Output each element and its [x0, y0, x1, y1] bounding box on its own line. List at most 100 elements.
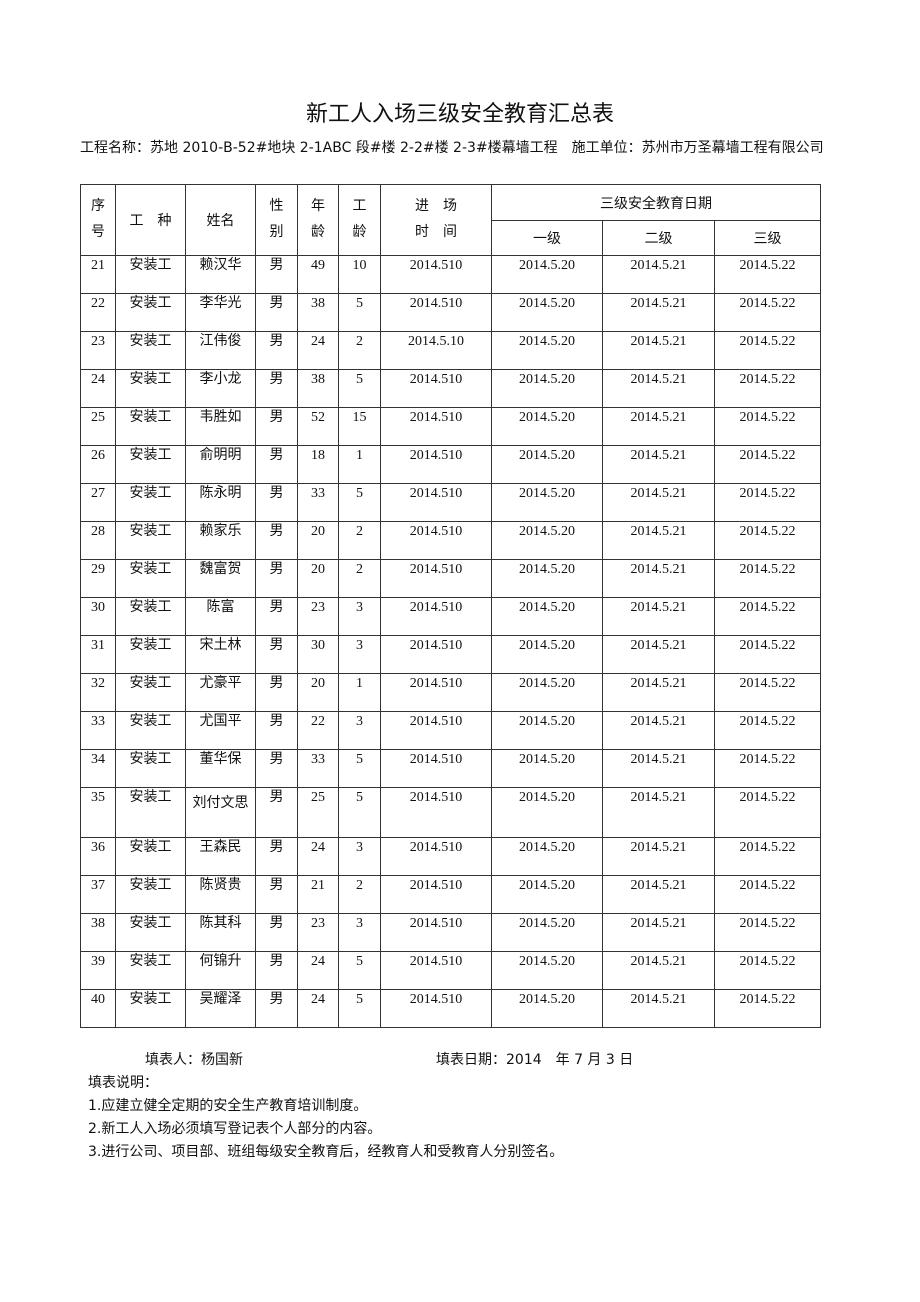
cell-level1-date: 2014.5.20: [491, 711, 603, 750]
cell-age: 24: [297, 951, 339, 990]
cell-trade: 安装工: [115, 989, 186, 1028]
cell-gender: 男: [255, 445, 298, 484]
header-seq-line1: 序: [91, 199, 105, 214]
cell-entry-time: 2014.510: [380, 597, 492, 636]
cell-level1-date: 2014.5.20: [491, 597, 603, 636]
cell-seniority: 3: [338, 837, 381, 876]
cell-seniority: 15: [338, 407, 381, 446]
table-row: 30 安装工 陈富男 23 3 2014.510 2014.5.20 2014.5.21 201…: [80, 597, 822, 636]
cell-level3-date: 2014.5.22: [713, 331, 822, 370]
cell-name: 宋土林: [185, 635, 256, 674]
cell-level3-date: 2014.5.22: [713, 875, 822, 914]
cell-gender: 男: [255, 483, 298, 522]
cell-gender: 男: [255, 521, 298, 560]
cell-level1-date: 2014.5.20: [491, 559, 603, 598]
safety-education-table: 序 号 工 种 姓名 性 别 年 龄 工 龄 进 场 时 间 三级安全教育日期: [80, 184, 822, 1028]
cell-gender: 男: [255, 635, 298, 674]
cell-level1-date: 2014.5.20: [491, 369, 603, 408]
document-title: 新工人入场三级安全教育汇总表: [305, 102, 614, 127]
cell-entry-time: 2014.510: [380, 635, 492, 674]
cell-gender: 男: [255, 749, 298, 788]
cell-level2-date: 2014.5.21: [602, 407, 715, 446]
note-item: 2.新工人入场必须填写登记表个人部分的内容。: [88, 1121, 382, 1137]
cell-level1-date: 2014.5.20: [491, 293, 603, 332]
cell-level2-date: 2014.5.21: [602, 749, 715, 788]
fill-date: 填表日期：2014 年 7 月 3 日: [436, 1052, 634, 1068]
cell-level3-date: 2014.5.22: [713, 255, 822, 294]
cell-entry-time: 2014.510: [380, 407, 492, 446]
cell-level2-date: 2014.5.21: [602, 559, 715, 598]
cell-trade: 安装工: [115, 331, 186, 370]
table-row: 27 安装工 陈永明男 33 5 2014.510 2014.5.20 2014.5.21 20…: [80, 483, 822, 522]
cell-name: 陈富: [185, 597, 256, 636]
cell-trade: 安装工: [115, 483, 186, 522]
cell-level3-date: 2014.5.22: [713, 711, 822, 750]
cell-level3-date: 2014.5.22: [713, 837, 822, 876]
header-level1: 一级: [491, 220, 603, 256]
cell-trade: 安装工: [115, 711, 186, 750]
cell-gender: 男: [255, 293, 298, 332]
table-row: 24 安装工 李小龙男 38 5 2014.510 2014.5.20 2014.5.21 20…: [80, 369, 822, 408]
cell-age: 23: [297, 913, 339, 952]
cell-name: 吴耀泽: [185, 989, 256, 1028]
cell-age: 18: [297, 445, 339, 484]
cell-gender: 男: [255, 951, 298, 990]
cell-gender: 男: [255, 913, 298, 952]
cell-seq: 40: [80, 989, 116, 1028]
table-row: 36 安装工 王森民男 24 3 2014.510 2014.5.20 2014.5.21 20…: [80, 837, 822, 876]
note-item: 1.应建立健全定期的安全生产教育培训制度。: [88, 1098, 368, 1114]
cell-level3-date: 2014.5.22: [713, 521, 822, 560]
cell-name: 赖汉华: [185, 255, 256, 294]
cell-seq: 30: [80, 597, 116, 636]
cell-seniority: 2: [338, 559, 381, 598]
table-row: 21 安装工 赖汉华男 49 10 2014.510 2014.5.20 2014.5.21 2…: [80, 255, 822, 294]
cell-seq: 31: [80, 635, 116, 674]
cell-entry-time: 2014.510: [380, 837, 492, 876]
cell-seniority: 10: [338, 255, 381, 294]
table-row: 28 安装工 赖家乐男 20 2 2014.510 2014.5.20 2014.5.21 20…: [80, 521, 822, 560]
cell-level3-date: 2014.5.22: [713, 989, 822, 1028]
table-row: 32 安装工 尤豪平男 20 1 2014.510 2014.5.20 2014.5.21 20…: [80, 673, 822, 712]
cell-seq: 37: [80, 875, 116, 914]
cell-gender: 男: [255, 711, 298, 750]
cell-trade: 安装工: [115, 837, 186, 876]
cell-level3-date: 2014.5.22: [713, 293, 822, 332]
cell-level2-date: 2014.5.21: [602, 369, 715, 408]
cell-level2-date: 2014.5.21: [602, 787, 715, 838]
cell-level2-date: 2014.5.21: [602, 255, 715, 294]
header-seniority-line2: 龄: [352, 225, 367, 240]
cell-name: 王森民: [185, 837, 256, 876]
cell-seniority: 5: [338, 293, 381, 332]
cell-level2-date: 2014.5.21: [602, 331, 715, 370]
cell-trade: 安装工: [115, 559, 186, 598]
cell-age: 38: [297, 293, 339, 332]
cell-name: 陈其科: [185, 913, 256, 952]
cell-trade: 安装工: [115, 521, 186, 560]
table-row: 29 安装工 魏富贺男 20 2 2014.510 2014.5.20 2014.5.21 20…: [80, 559, 822, 598]
cell-age: 49: [297, 255, 339, 294]
cell-age: 22: [297, 711, 339, 750]
cell-age: 24: [297, 331, 339, 370]
cell-name: 赖家乐: [185, 521, 256, 560]
header-entry-time: 进 场 时 间: [380, 184, 492, 256]
cell-gender: 男: [255, 673, 298, 712]
cell-level3-date: 2014.5.22: [713, 369, 822, 408]
cell-entry-time: 2014.510: [380, 989, 492, 1028]
cell-entry-time: 2014.510: [380, 445, 492, 484]
cell-gender: 男: [255, 597, 298, 636]
cell-gender: 男: [255, 989, 298, 1028]
cell-name: 尤国平: [185, 711, 256, 750]
cell-level2-date: 2014.5.21: [602, 711, 715, 750]
header-level3: 三级: [713, 220, 822, 256]
cell-name: 尤豪平: [185, 673, 256, 712]
cell-gender: 男: [255, 407, 298, 446]
cell-level1-date: 2014.5.20: [491, 787, 603, 838]
cell-name: 李小龙: [185, 369, 256, 408]
cell-entry-time: 2014.510: [380, 255, 492, 294]
cell-age: 52: [297, 407, 339, 446]
cell-entry-time: 2014.510: [380, 787, 492, 838]
cell-name: 陈贤贵: [185, 875, 256, 914]
cell-level1-date: 2014.5.20: [491, 331, 603, 370]
cell-level1-date: 2014.5.20: [491, 989, 603, 1028]
header-age-line1: 年: [311, 199, 325, 214]
